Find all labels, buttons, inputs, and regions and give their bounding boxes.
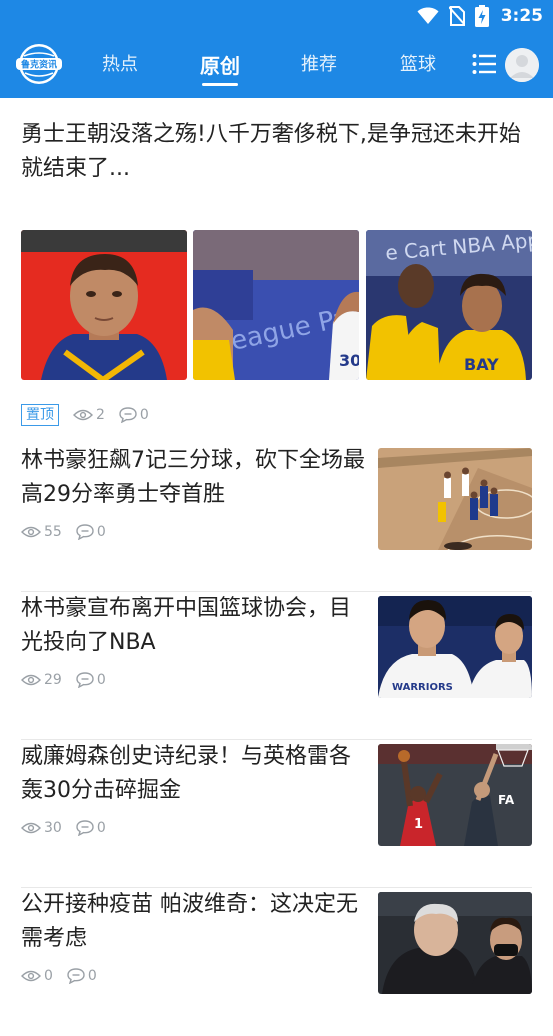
comment-count-value: 0 bbox=[97, 820, 106, 836]
featured-article[interactable]: 勇士王朝没落之殇!八千万奢侈税下,是争冠还未开始就结束了... bbox=[21, 118, 532, 186]
news-thumbnail[interactable]: WARRIORS bbox=[378, 596, 532, 698]
eye-icon bbox=[21, 970, 41, 982]
view-count: 30 bbox=[21, 820, 62, 836]
comment-count: 0 bbox=[76, 524, 106, 540]
featured-meta: 置顶 2 0 bbox=[21, 404, 163, 426]
svg-text:30: 30 bbox=[339, 351, 359, 370]
featured-image-2[interactable]: eague Pass 30 bbox=[193, 230, 359, 380]
view-count-value: 55 bbox=[44, 524, 62, 540]
view-count-value: 2 bbox=[96, 407, 105, 423]
news-meta: 0 0 bbox=[21, 968, 111, 984]
curry-league-pass-image: eague Pass 30 bbox=[193, 230, 359, 380]
view-count: 55 bbox=[21, 524, 62, 540]
comment-count-value: 0 bbox=[97, 672, 106, 688]
view-count-value: 0 bbox=[44, 968, 53, 984]
news-item-1[interactable]: 林书豪狂飙7记三分球，砍下全场最高29分率勇士夺首胜 55 0 bbox=[21, 444, 532, 592]
active-tab-indicator bbox=[202, 83, 238, 86]
app-logo[interactable]: 鲁克资讯 bbox=[14, 42, 64, 86]
battery-charging-icon bbox=[475, 5, 489, 27]
featured-images: eague Pass 30 e Cart NBA App bbox=[21, 230, 532, 380]
warriors-players-image: WARRIORS bbox=[378, 596, 532, 698]
eye-icon bbox=[21, 674, 41, 686]
tab-original[interactable]: 原创 bbox=[199, 50, 241, 80]
comment-icon bbox=[76, 820, 94, 836]
avatar-silhouette-icon bbox=[505, 48, 539, 82]
news-meta: 29 0 bbox=[21, 672, 120, 688]
news-item-3[interactable]: 威廉姆森创史诗纪录！与英格雷各轰30分击碎掘金 30 0 bbox=[21, 740, 532, 888]
featured-image-3[interactable]: e Cart NBA App BAY bbox=[366, 230, 532, 380]
wifi-icon bbox=[417, 7, 439, 25]
view-count-value: 29 bbox=[44, 672, 62, 688]
tab-basketball[interactable]: 篮球 bbox=[398, 50, 438, 80]
news-meta: 55 0 bbox=[21, 524, 120, 540]
news-thumbnail[interactable] bbox=[378, 448, 532, 550]
pelicans-dunk-image: 1 FA bbox=[378, 744, 532, 846]
news-title: 林书豪狂飙7记三分球，砍下全场最高29分率勇士夺首胜 bbox=[21, 444, 366, 512]
comment-count-value: 0 bbox=[97, 524, 106, 540]
view-count: 29 bbox=[21, 672, 62, 688]
svg-text:BAY: BAY bbox=[464, 355, 499, 374]
curry-portrait-image bbox=[21, 230, 187, 380]
popovich-coach-image bbox=[378, 892, 532, 994]
news-meta: 30 0 bbox=[21, 820, 120, 836]
list-menu-icon[interactable] bbox=[472, 53, 496, 75]
status-icons: 3:25 bbox=[417, 5, 543, 27]
basketball-court-image bbox=[378, 448, 532, 550]
comment-count: 0 bbox=[76, 820, 106, 836]
view-count: 2 bbox=[73, 407, 105, 423]
comment-icon bbox=[119, 407, 137, 423]
news-title: 威廉姆森创史诗纪录！与英格雷各轰30分击碎掘金 bbox=[21, 740, 366, 808]
eye-icon bbox=[73, 409, 93, 421]
eye-icon bbox=[21, 822, 41, 834]
featured-title: 勇士王朝没落之殇!八千万奢侈税下,是争冠还未开始就结束了... bbox=[21, 118, 532, 186]
tab-original-label: 原创 bbox=[200, 54, 240, 78]
comment-count: 0 bbox=[76, 672, 106, 688]
news-title: 林书豪宣布离开中国篮球协会，目光投向了NBA bbox=[21, 592, 366, 660]
comment-icon bbox=[76, 672, 94, 688]
no-sim-icon bbox=[449, 6, 465, 26]
tab-hot[interactable]: 热点 bbox=[100, 50, 140, 80]
app-header: 3:25 鲁克资讯 热点 原创 推荐 篮球 bbox=[0, 0, 553, 98]
status-time: 3:25 bbox=[501, 6, 543, 26]
tab-basketball-label: 篮球 bbox=[400, 54, 436, 75]
comment-count-value: 0 bbox=[140, 407, 149, 423]
tab-hot-label: 热点 bbox=[102, 54, 138, 75]
svg-text:1: 1 bbox=[414, 817, 423, 832]
comment-count: 0 bbox=[119, 407, 149, 423]
comment-icon bbox=[76, 524, 94, 540]
svg-text:WARRIORS: WARRIORS bbox=[392, 682, 453, 693]
news-feed: 勇士王朝没落之殇!八千万奢侈税下,是争冠还未开始就结束了... bbox=[0, 98, 553, 983]
pinned-badge: 置顶 bbox=[21, 404, 59, 426]
tab-recommend-label: 推荐 bbox=[301, 54, 337, 75]
eye-icon bbox=[21, 526, 41, 538]
comment-count-value: 0 bbox=[88, 968, 97, 984]
tab-recommend[interactable]: 推荐 bbox=[299, 50, 339, 80]
news-item-2[interactable]: 林书豪宣布离开中国篮球协会，目光投向了NBA 29 0 bbox=[21, 592, 532, 740]
logo-text: 鲁克资讯 bbox=[21, 59, 57, 71]
user-avatar-icon[interactable] bbox=[505, 48, 539, 82]
news-title: 公开接种疫苗 帕波维奇：这决定无需考虑 bbox=[21, 888, 366, 956]
comment-count: 0 bbox=[67, 968, 97, 984]
svg-text:FA: FA bbox=[498, 793, 515, 807]
news-thumbnail[interactable] bbox=[378, 892, 532, 994]
featured-image-1[interactable] bbox=[21, 230, 187, 380]
news-thumbnail[interactable]: 1 FA bbox=[378, 744, 532, 846]
view-count-value: 30 bbox=[44, 820, 62, 836]
news-item-4[interactable]: 公开接种疫苗 帕波维奇：这决定无需考虑 0 0 bbox=[21, 888, 532, 1036]
oubre-bay-jersey-image: e Cart NBA App BAY bbox=[366, 230, 532, 380]
view-count: 0 bbox=[21, 968, 53, 984]
tab-bar: 鲁克资讯 热点 原创 推荐 篮球 bbox=[0, 32, 553, 98]
comment-icon bbox=[67, 968, 85, 984]
status-bar: 3:25 bbox=[0, 0, 553, 32]
